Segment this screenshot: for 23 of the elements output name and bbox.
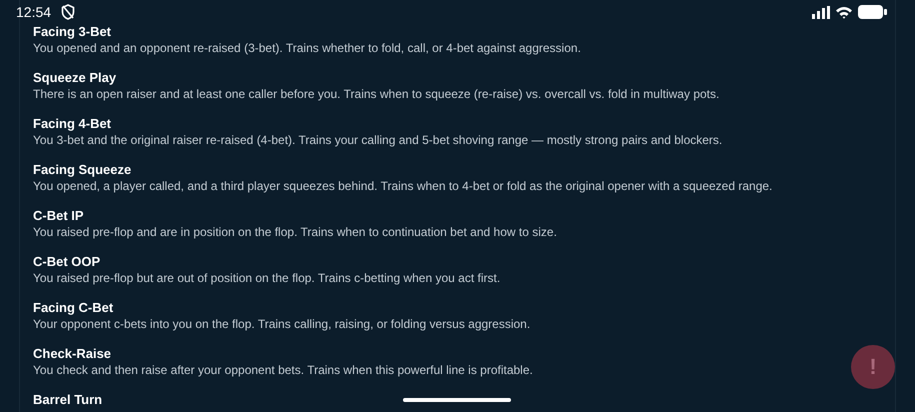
scenario-title[interactable]: Facing 4-Bet xyxy=(33,115,112,132)
scenario-title[interactable]: Check-Raise xyxy=(33,345,112,362)
scenario-title[interactable]: Facing C-Bet xyxy=(33,299,114,316)
wifi-icon xyxy=(836,6,852,18)
scenario-title[interactable]: Squeeze Play xyxy=(33,69,116,86)
scenario-description: Your opponent c-bets into you on the flop. Trains calling, raising, or folding versus aggression. xyxy=(33,316,530,333)
scenario-description: You raised pre-flop but are out of position on the flop. Trains c-betting when you act first. xyxy=(33,270,500,287)
battery-icon xyxy=(858,5,887,19)
scenario-title[interactable]: C-Bet OOP xyxy=(33,253,100,270)
scenario-description: You 3-bet and the original raiser re-raised (4-bet). Trains your calling and 5-bet shoving range — mostly strong pairs and blockers. xyxy=(33,132,722,149)
scenario-title[interactable]: Barrel Turn xyxy=(33,391,102,408)
home-indicator[interactable] xyxy=(403,398,511,402)
scenario-title[interactable]: Facing 3-Bet xyxy=(33,23,112,40)
scenario-description: You check and then raise after your opponent bets. Trains when this powerful line is profitable. xyxy=(33,362,533,379)
scenario-title[interactable]: C-Bet IP xyxy=(33,207,84,224)
scenario-description: You raised pre-flop and are in position on the flop. Trains when to continuation bet and how to size. xyxy=(33,224,557,241)
scenario-description: You opened, a player called, and a third player squeezes behind. Trains when to 4-bet or fold as the original opener with a squeezed range. xyxy=(33,178,772,195)
shield-icon xyxy=(61,4,76,20)
signal-icon xyxy=(812,6,830,18)
scenario-description: There is an open raiser and at least one caller before you. Trains when to squeeze (re-raise) vs. overcall vs. fold in multiway pots. xyxy=(33,86,720,103)
status-time: 12:54 xyxy=(16,4,52,20)
scenario-description: You opened and an opponent re-raised (3-bet). Trains whether to fold, call, or 4-bet against aggression. xyxy=(33,40,581,57)
scenario-title[interactable]: Facing Squeeze xyxy=(33,161,132,178)
